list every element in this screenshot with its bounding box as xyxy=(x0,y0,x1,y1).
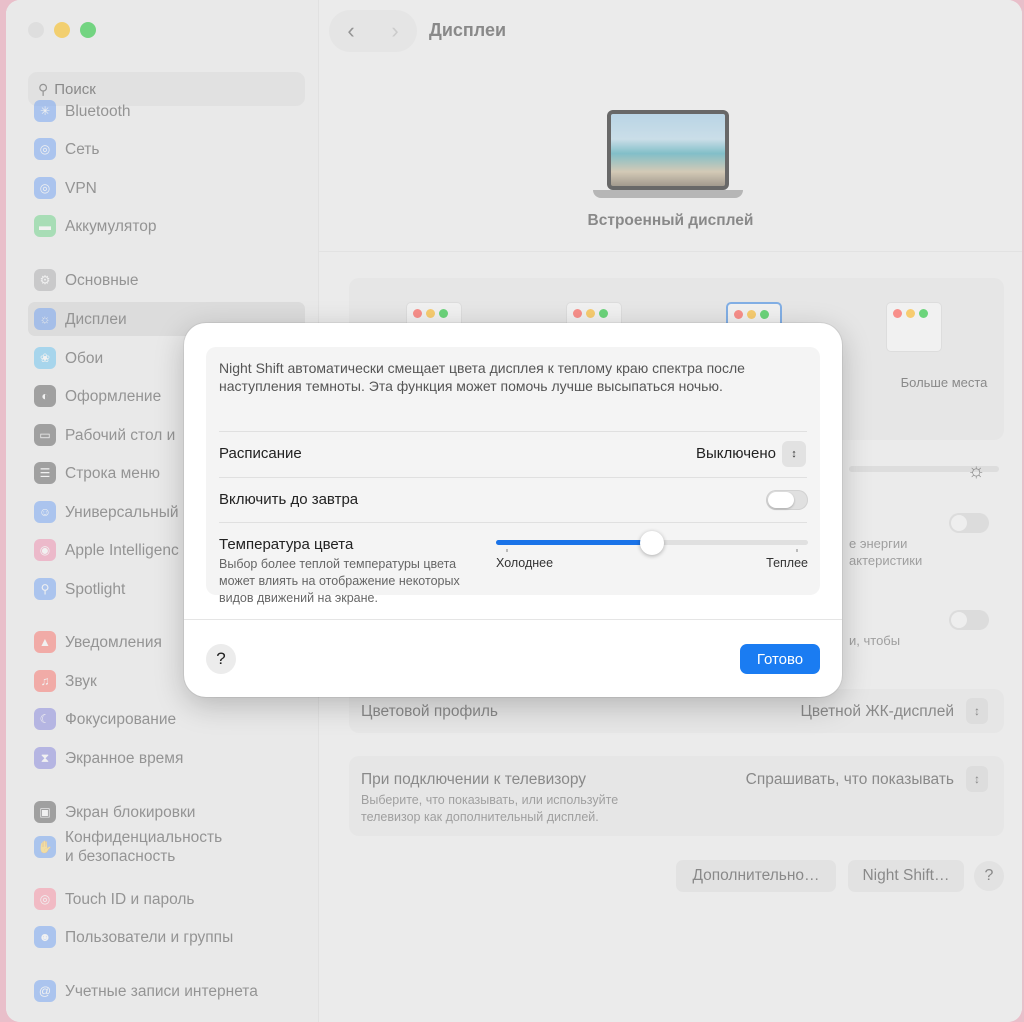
temperature-slider-thumb[interactable] xyxy=(640,531,664,555)
until-tomorrow-label: Включить до завтра xyxy=(219,491,359,508)
divider xyxy=(219,431,807,432)
colder-label: Холоднее xyxy=(496,556,554,570)
schedule-stepper[interactable]: ↕ xyxy=(782,441,806,467)
help-button[interactable]: ? xyxy=(206,644,236,674)
night-shift-card: Night Shift автоматически смещает цвета … xyxy=(206,347,820,605)
night-shift-description: Night Shift автоматически смещает цвета … xyxy=(219,360,745,394)
warmer-label: Теплее xyxy=(766,556,808,570)
schedule-value[interactable]: Выключено xyxy=(696,445,776,462)
temperature-slider[interactable] xyxy=(496,531,808,555)
temperature-sub: Выбор более теплой температуры цвета мож… xyxy=(219,557,460,605)
temperature-slider-fill xyxy=(496,540,652,545)
until-tomorrow-toggle[interactable] xyxy=(766,490,808,510)
schedule-label: Расписание xyxy=(219,445,302,462)
temperature-label: Температура цвета xyxy=(219,536,354,553)
footer-divider xyxy=(184,619,842,620)
done-button[interactable]: Готово xyxy=(740,644,820,674)
divider xyxy=(219,477,807,478)
divider xyxy=(219,522,807,523)
night-shift-sheet: Night Shift автоматически смещает цвета … xyxy=(184,323,842,697)
